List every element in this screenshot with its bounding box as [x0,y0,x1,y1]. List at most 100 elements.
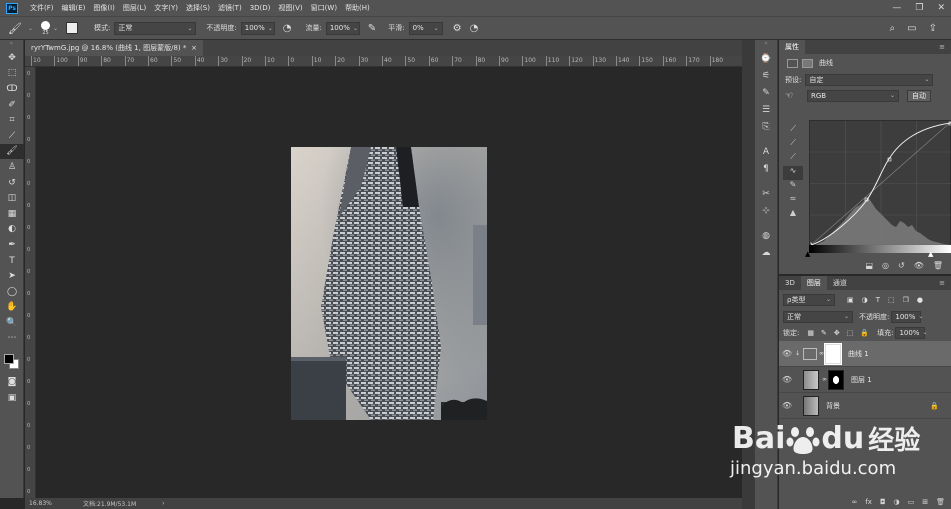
add-mask-icon[interactable]: ◘ [880,498,886,506]
restore-icon[interactable]: ❐ [915,3,923,13]
dodge-tool-icon[interactable]: ◐ [0,222,24,238]
lock-pixels-icon[interactable]: ✎ [821,329,827,337]
eyedropper-tool-icon[interactable]: ⟋ [0,128,24,144]
visibility-eye-icon[interactable]: 👁 [779,349,795,358]
opacity-field[interactable]: 100% ⌄ [240,21,275,35]
foreground-color-swatch[interactable] [4,354,14,365]
layer-name[interactable]: 背景 [826,401,840,411]
clipping-warning-icon[interactable]: ▲ [783,208,803,222]
target-adjust-hand-icon[interactable]: ☜ [785,91,807,101]
stamp-tool-icon[interactable]: ♙ [0,159,24,175]
cc-libraries-icon[interactable]: ☁ [755,244,777,261]
smoothing-field[interactable]: 0% ⌄ [408,21,443,35]
visibility-eye-icon[interactable]: 👁 [914,261,924,270]
collapse-arrows-icon[interactable]: » [0,40,23,50]
filter-type-icon[interactable]: T [876,296,880,304]
lasso-tool-icon[interactable]: ↀ [0,81,24,97]
filter-toggle-icon[interactable]: ● [917,296,923,304]
white-point-slider-icon[interactable]: ▲ [928,250,933,258]
pressure-opacity-icon[interactable]: ◔ [283,23,292,34]
hand-tool-icon[interactable]: ✋ [0,300,24,316]
visibility-eye-icon[interactable]: 👁 [779,401,795,410]
close-icon[interactable]: ✕ [937,3,945,13]
layer-row-curves[interactable]: 👁 ↓ ∞ 曲线 1 [779,341,951,367]
sliders-panel-icon[interactable]: ☰ [755,101,777,118]
quick-select-tool-icon[interactable]: ✐ [0,97,24,113]
history-brush-icon[interactable]: ↺ [0,175,24,191]
color-swatches[interactable] [0,352,23,374]
gray-point-eyedropper-icon[interactable]: ⟋ [783,138,803,152]
menu-layer[interactable]: 图层(L) [119,3,150,13]
tab-3d[interactable]: 3D [779,276,801,290]
ellipse-tool-icon[interactable]: ◯ [0,284,24,300]
brush-tool-icon[interactable]: 🖌 [8,22,22,35]
panel-menu-icon[interactable]: ≡ [939,279,945,287]
layer-style-icon[interactable]: fx [865,498,872,506]
brush-tool-icon[interactable]: 🖌 [0,143,24,160]
gradient-tool-icon[interactable]: ▦ [0,206,24,222]
trash-icon[interactable]: 🗑 [936,498,945,506]
more-tools-icon[interactable]: ⋯ [0,331,24,347]
tab-channels[interactable]: 通道 [827,276,853,290]
layer-name[interactable]: 图层 1 [851,375,872,385]
document-tab[interactable]: ryrYTwmG.jpg @ 16.8% (曲线 1, 图层蒙版/8) * × [25,40,203,56]
crop-tool-icon[interactable]: ⌗ [0,112,24,128]
collapse-arrows-icon[interactable]: « [755,40,777,50]
lock-position-icon[interactable]: ✥ [834,329,840,337]
mode-select[interactable]: 正常 ⌄ [114,21,197,35]
panel-menu-icon[interactable]: ≡ [939,43,945,51]
tab-properties[interactable]: 属性 [779,40,805,54]
reset-icon[interactable]: ↺ [898,261,905,270]
layer-mask-thumbnail[interactable] [824,342,842,365]
layer-mask-thumbnail[interactable] [828,369,844,390]
lock-transparent-icon[interactable]: ▦ [807,329,814,337]
pencil-curve-icon[interactable]: ✎ [783,180,803,194]
fill-field[interactable]: 100% ⌄ [895,327,927,339]
eraser-tool-icon[interactable]: ◫ [0,190,24,206]
layer-kind-select[interactable]: ρ类型 ⌄ [783,293,835,306]
vertical-ruler[interactable]: 0 0 0 0 0 0 0 0 0 0 0 0 0 0 0 0 0 0 0 0 [25,67,36,498]
new-adjustment-icon[interactable]: ◑ [894,498,900,506]
blend-mode-select[interactable]: 正常 ⌄ [783,311,853,323]
type-tool-icon[interactable]: T [0,253,24,269]
chevron-down-icon[interactable]: ⌄ [28,25,33,32]
flow-field[interactable]: 100% ⌄ [325,21,360,35]
brush-panel-toggle-icon[interactable] [66,22,79,34]
filter-pixel-icon[interactable]: ▣ [847,296,854,304]
filter-shape-icon[interactable]: ⬚ [888,296,895,304]
white-point-eyedropper-icon[interactable]: ⟋ [783,152,803,166]
character-panel-icon[interactable]: A [755,143,777,160]
layer-thumbnail[interactable] [803,395,819,416]
search-icon[interactable]: ⌕ [890,23,896,34]
new-layer-icon[interactable]: ⊞ [922,498,928,506]
marquee-tool-icon[interactable]: ⬚ [0,66,24,82]
menu-help[interactable]: 帮助(H) [341,3,374,13]
layer-name[interactable]: 曲线 1 [848,349,869,359]
menu-file[interactable]: 文件(F) [26,3,58,13]
preset-select[interactable]: 自定 ⌄ [805,73,934,86]
status-menu-arrow-icon[interactable]: › [162,500,164,507]
view-previous-icon[interactable]: ◎ [882,261,889,270]
chevron-down-icon[interactable]: ⌄ [53,25,58,32]
libraries-panel-icon[interactable]: ◍ [755,227,777,244]
path-select-tool-icon[interactable]: ➤ [0,268,24,284]
airbrush-icon[interactable]: ✎ [368,23,376,34]
layer-opacity-field[interactable]: 100% ⌄ [891,311,923,323]
curve-points-icon[interactable]: ∿ [783,166,803,180]
filter-smart-object-icon[interactable]: ❐ [903,296,909,304]
lock-all-icon[interactable]: 🔒 [860,329,869,337]
filter-adjustment-icon[interactable]: ◑ [862,296,868,304]
smooth-curve-icon[interactable]: ≈ [783,194,803,208]
menu-type[interactable]: 文字(Y) [150,3,182,13]
black-point-eyedropper-icon[interactable]: ⟋ [783,124,803,138]
menu-3d[interactable]: 3D(D) [246,4,275,12]
brush-preset-picker[interactable]: 25 [41,20,50,36]
glyphs-panel-icon[interactable]: ⊹ [755,202,777,219]
menu-window[interactable]: 窗口(W) [307,3,341,13]
layer-row-background[interactable]: 👁 背景 🔒 [779,393,951,419]
new-group-icon[interactable]: ▭ [908,498,915,506]
visibility-eye-icon[interactable]: 👁 [779,375,795,384]
zoom-readout[interactable]: 16.83% [29,500,83,507]
share-icon[interactable]: ⇪ [929,23,937,34]
paragraph-panel-icon[interactable]: ¶ [755,160,777,177]
